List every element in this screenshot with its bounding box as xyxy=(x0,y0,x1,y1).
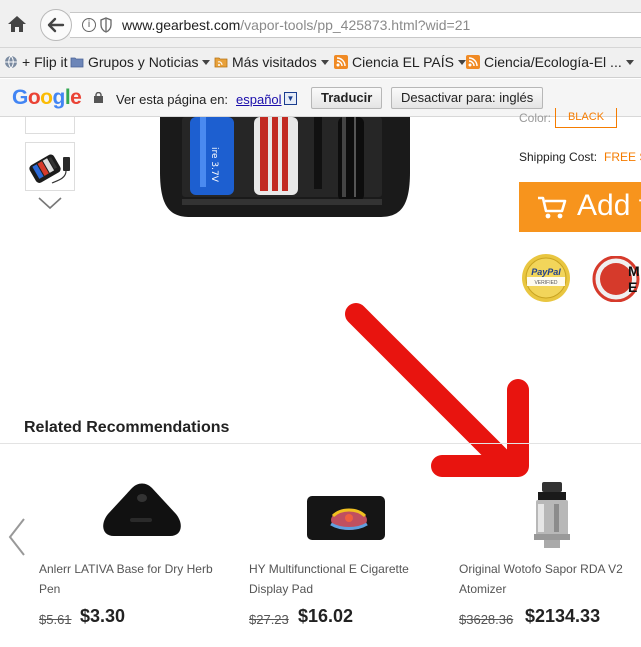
bookmarks-toolbar: + Flip it Grupos y Noticias Más visitado… xyxy=(0,48,641,78)
product-name[interactable]: HY Multifunctional E Cigarette Display P… xyxy=(249,559,439,599)
bookmark-flip-it[interactable]: + Flip it xyxy=(4,54,68,70)
svg-text:E: E xyxy=(628,279,637,295)
product-thumbnail[interactable] xyxy=(25,142,75,191)
lock-icon xyxy=(94,92,103,103)
disable-translate-button[interactable]: Desactivar para: inglés xyxy=(391,87,544,109)
red-arrow-annotation xyxy=(345,303,529,477)
color-option-black[interactable]: BLACK xyxy=(555,108,617,128)
svg-text:PayPal: PayPal xyxy=(531,267,561,277)
navigation-toolbar: i www.gearbest.com/vapor-tools/pp_425873… xyxy=(0,0,641,48)
product-price: $16.02 xyxy=(298,606,354,626)
bookmark-label: Grupos y Noticias xyxy=(88,54,199,70)
back-arrow-icon xyxy=(47,17,65,33)
chevron-down-icon xyxy=(320,59,329,65)
cart-icon xyxy=(538,196,567,219)
rss-icon xyxy=(334,55,348,69)
product-thumbnail[interactable] xyxy=(25,117,75,134)
related-product-card[interactable]: Anlerr LATIVA Base for Dry Herb Pen $5.6… xyxy=(39,462,239,642)
bookmark-label: Ciencia EL PAÍS xyxy=(352,54,454,70)
related-product-card[interactable]: Original Wotofo Sapor RDA V2 Atomizer $3… xyxy=(459,462,641,642)
bookmark-ciencia-ecologia[interactable]: Ciencia/Ecología-El ... xyxy=(466,54,634,70)
url-host: www.gearbest.com xyxy=(122,17,241,33)
bookmark-label: Ciencia/Ecología-El ... xyxy=(484,54,622,70)
product-old-price: $27.23 xyxy=(249,612,289,627)
product-name[interactable]: Original Wotofo Sapor RDA V2 Atomizer xyxy=(459,559,641,599)
product-image xyxy=(103,483,181,536)
color-label: Color: xyxy=(519,111,552,125)
bookmark-label: + Flip it xyxy=(22,54,68,70)
related-recommendations-title: Related Recommendations xyxy=(24,419,230,436)
product-image xyxy=(534,482,570,548)
svg-text:M: M xyxy=(628,263,640,279)
url-path: /vapor-tools/pp_425873.html?wid=21 xyxy=(240,17,471,33)
shipping-cost-value: FREE S xyxy=(604,150,641,164)
shield-icon[interactable] xyxy=(100,17,112,33)
info-icon[interactable]: i xyxy=(82,18,96,32)
product-price: $3.30 xyxy=(80,606,126,626)
url-field[interactable]: i www.gearbest.com/vapor-tools/pp_425873… xyxy=(70,12,641,38)
chevron-down-icon xyxy=(202,59,211,65)
language-select[interactable]: español xyxy=(236,92,282,107)
product-name[interactable]: Anlerr LATIVA Base for Dry Herb Pen xyxy=(39,559,229,599)
globe-icon xyxy=(5,55,17,69)
translate-prompt: Ver esta página en: xyxy=(116,92,229,107)
bookmark-grupos-noticias[interactable]: Grupos y Noticias xyxy=(70,54,211,70)
product-old-price: $3628.36 xyxy=(459,612,514,627)
bookmark-label: Más visitados xyxy=(232,54,317,70)
home-icon[interactable] xyxy=(6,13,28,35)
shipping-cost-label: Shipping Cost: xyxy=(519,150,598,164)
translate-button[interactable]: Traducir xyxy=(311,87,383,109)
chevron-down-icon xyxy=(457,59,466,65)
bookmark-mas-visitados[interactable]: Más visitados xyxy=(214,54,329,70)
svg-text:ire 3.7V: ire 3.7V xyxy=(209,147,219,183)
url-text[interactable]: www.gearbest.com/vapor-tools/pp_425873.h… xyxy=(122,17,470,33)
product-old-price: $5.61 xyxy=(39,612,72,627)
carousel-prev-icon[interactable] xyxy=(6,516,28,558)
google-logo: Google xyxy=(12,86,82,109)
svg-text:VERIFIED: VERIFIED xyxy=(534,280,557,286)
divider xyxy=(0,443,641,444)
add-to-cart-label: Add t xyxy=(577,189,641,222)
folder-icon xyxy=(70,57,84,68)
rss-icon xyxy=(466,55,480,69)
chevron-down-icon[interactable] xyxy=(37,196,63,210)
back-button[interactable] xyxy=(40,9,72,41)
product-price: $2134.33 xyxy=(525,606,601,626)
chevron-down-icon xyxy=(625,59,634,65)
charger-thumbnail-image xyxy=(29,154,70,184)
product-image xyxy=(307,496,385,540)
language-dropdown-icon[interactable]: ▼ xyxy=(284,92,297,105)
bookmark-ciencia-el-pais[interactable]: Ciencia EL PAÍS xyxy=(334,54,466,70)
related-product-card[interactable]: HY Multifunctional E Cigarette Display P… xyxy=(249,462,449,642)
security-badge: M E xyxy=(592,256,640,302)
add-to-cart-button[interactable]: Add t xyxy=(519,182,641,232)
product-main-image[interactable]: ire 3.7V xyxy=(160,117,410,222)
rss-folder-icon xyxy=(214,57,228,68)
